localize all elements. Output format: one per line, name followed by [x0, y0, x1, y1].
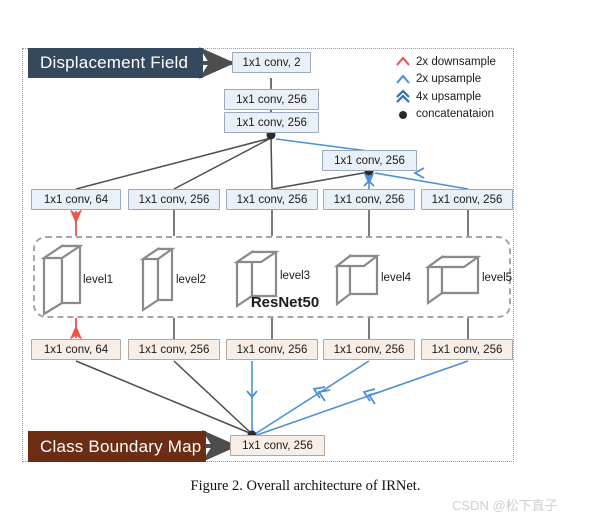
displacement-level-conv-3[interactable]: 1x1 conv, 256	[226, 189, 318, 210]
level-label-5: level5	[482, 272, 513, 284]
csdn-watermark: CSDN @松下直子	[452, 498, 558, 513]
legend-item-concatenation: concatenataion	[393, 106, 496, 124]
legend-label-downsample: 2x downsample	[416, 55, 496, 68]
level-label-2: level2	[176, 274, 207, 286]
filled-circle-icon	[393, 106, 413, 123]
legend-item-upsample-4x: 4x upsample	[393, 88, 496, 106]
top-row-to-backbone-stubs	[173, 210, 469, 236]
boundary-level-conv-1[interactable]: 1x1 conv, 64	[31, 339, 121, 360]
displacement-level-conv-1[interactable]: 1x1 conv, 64	[31, 189, 121, 210]
displacement-field-output: Displacement Field	[28, 48, 203, 78]
displacement-head-conv-2[interactable]: 1x1 conv, 2	[232, 52, 311, 73]
resnet50-title: ResNet50	[250, 294, 320, 311]
boundary-level-conv-2[interactable]: 1x1 conv, 256	[128, 339, 220, 360]
displacement-head-conv-256-a[interactable]: 1x1 conv, 256	[224, 89, 319, 110]
chevron-up-red-icon	[393, 53, 413, 70]
mid-concat-gray-edge	[271, 171, 370, 190]
legend: 2x downsample 2x upsample 4x upsample co…	[393, 53, 496, 123]
boundary-level-conv-3[interactable]: 1x1 conv, 256	[226, 339, 318, 360]
displacement-head-conv-256-b[interactable]: 1x1 conv, 256	[224, 112, 319, 133]
boundary-level-conv-4[interactable]: 1x1 conv, 256	[323, 339, 415, 360]
bottom-blue-chevron-level5	[362, 388, 381, 405]
legend-item-downsample: 2x downsample	[393, 53, 496, 71]
top-concat-gray-edges	[75, 137, 273, 190]
level-label-4: level4	[381, 272, 412, 284]
legend-item-upsample-2x: 2x upsample	[393, 71, 496, 89]
legend-label-upsample-4x: 4x upsample	[416, 90, 482, 103]
legend-label-concatenation: concatenataion	[416, 108, 495, 121]
bottom-concat-blue-edges	[254, 360, 469, 436]
bottom-blue-chevron-level4	[312, 386, 331, 402]
class-boundary-map-output: Class Boundary Map	[28, 431, 206, 462]
backbone-to-bottom-stubs	[173, 318, 469, 339]
figure-canvas: ResNet50 level1 level2 level3 level4 lev…	[0, 0, 611, 520]
level-label-3: level3	[280, 270, 311, 282]
chevron-up-blue-icon	[393, 71, 413, 88]
level-label-1: level1	[83, 274, 114, 286]
mid-concat-blue-edge-level5	[374, 172, 469, 190]
displacement-level-conv-5[interactable]: 1x1 conv, 256	[421, 189, 513, 210]
displacement-level-conv-4[interactable]: 1x1 conv, 256	[323, 189, 415, 210]
legend-label-upsample-2x: 2x upsample	[416, 73, 482, 86]
figure-caption: Figure 2. Overall architecture of IRNet.	[190, 478, 421, 494]
double-chevron-up-blue-icon	[393, 88, 413, 105]
displacement-mid-concat-conv[interactable]: 1x1 conv, 256	[322, 150, 417, 171]
boundary-head-conv[interactable]: 1x1 conv, 256	[230, 435, 325, 456]
boundary-level-conv-5[interactable]: 1x1 conv, 256	[421, 339, 513, 360]
bottom-concat-gray-edges	[75, 360, 253, 435]
displacement-level-conv-2[interactable]: 1x1 conv, 256	[128, 189, 220, 210]
